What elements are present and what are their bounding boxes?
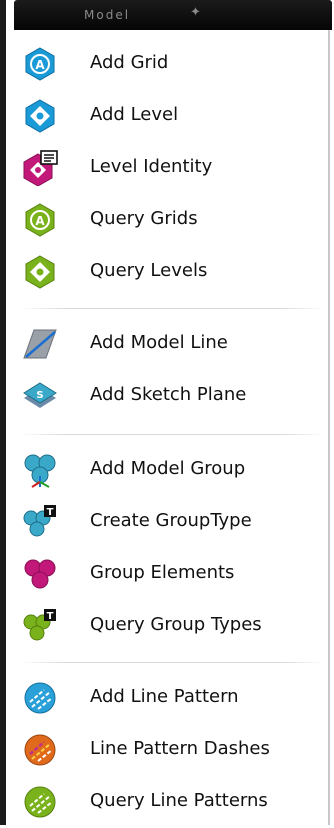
menu-item-label: Add Model Line (90, 332, 228, 353)
menu-item-create-grouptype[interactable]: T Create GroupType (12, 496, 328, 548)
menu-item-label: Add Sketch Plane (90, 384, 247, 405)
menu-item-query-line-patterns[interactable]: Query Line Patterns (12, 776, 328, 828)
separator (20, 662, 326, 663)
add-level-icon (25, 99, 55, 133)
svg-text:A: A (35, 58, 45, 72)
level-identity-icon (23, 150, 58, 186)
menu-item-add-line-pattern[interactable]: Add Line Pattern (12, 672, 328, 724)
menu-item-add-model-line[interactable]: Add Model Line (12, 318, 328, 370)
line-pattern-dashes-icon (24, 734, 56, 766)
add-grid-icon: A (25, 47, 55, 81)
menu-item-group-elements[interactable]: Group Elements (12, 548, 328, 600)
query-levels-icon (25, 255, 55, 289)
menu-item-add-model-group[interactable]: Add Model Group (12, 444, 328, 496)
menu-item-label: Add Grid (90, 52, 169, 73)
panel-header[interactable]: Model ✦ (14, 0, 332, 30)
menu-item-label: Create GroupType (90, 510, 252, 531)
svg-text:S: S (36, 390, 43, 401)
query-grids-icon: A (25, 203, 55, 237)
query-line-patterns-icon (24, 786, 56, 818)
menu-item-add-grid[interactable]: A Add Grid (12, 38, 328, 90)
group-elements-icon (24, 559, 56, 589)
model-dropdown-menu: Model ✦ A Add Grid Add Level Level Ident (0, 0, 332, 828)
menu-item-label: Line Pattern Dashes (90, 738, 270, 759)
model-group-icon (24, 454, 56, 488)
model-line-icon (23, 329, 57, 359)
svg-text:A: A (35, 214, 45, 228)
menu-item-label: Add Line Pattern (90, 686, 239, 707)
menu-item-add-level[interactable]: Add Level (12, 90, 328, 142)
separator (20, 434, 326, 435)
menu-item-label: Query Line Patterns (90, 790, 268, 811)
menu-item-line-pattern-dashes[interactable]: Line Pattern Dashes (12, 724, 328, 776)
pin-icon[interactable]: ✦ (190, 5, 201, 20)
add-line-pattern-icon (24, 682, 56, 714)
sketch-plane-icon: S (23, 382, 57, 408)
menu-item-label: Group Elements (90, 562, 235, 583)
separator (20, 308, 326, 309)
menu-item-label: Add Model Group (90, 458, 246, 479)
menu-item-label: Query Levels (90, 260, 208, 281)
menu-item-query-group-types[interactable]: T Query Group Types (12, 600, 328, 652)
query-group-types-icon: T (23, 609, 56, 641)
menu-item-label: Level Identity (90, 156, 213, 177)
menu-item-label: Add Level (90, 104, 179, 125)
create-grouptype-icon: T (23, 505, 56, 537)
svg-text:T: T (47, 507, 54, 518)
menu-item-add-sketch-plane[interactable]: S Add Sketch Plane (12, 370, 328, 422)
svg-text:T: T (47, 611, 54, 622)
menu-item-query-grids[interactable]: A Query Grids (12, 194, 328, 246)
menu-item-query-levels[interactable]: Query Levels (12, 246, 328, 298)
panel-title: Model (84, 8, 131, 22)
menu-item-level-identity[interactable]: Level Identity (12, 142, 328, 194)
menu-item-label: Query Group Types (90, 614, 262, 635)
menu-item-label: Query Grids (90, 208, 198, 229)
